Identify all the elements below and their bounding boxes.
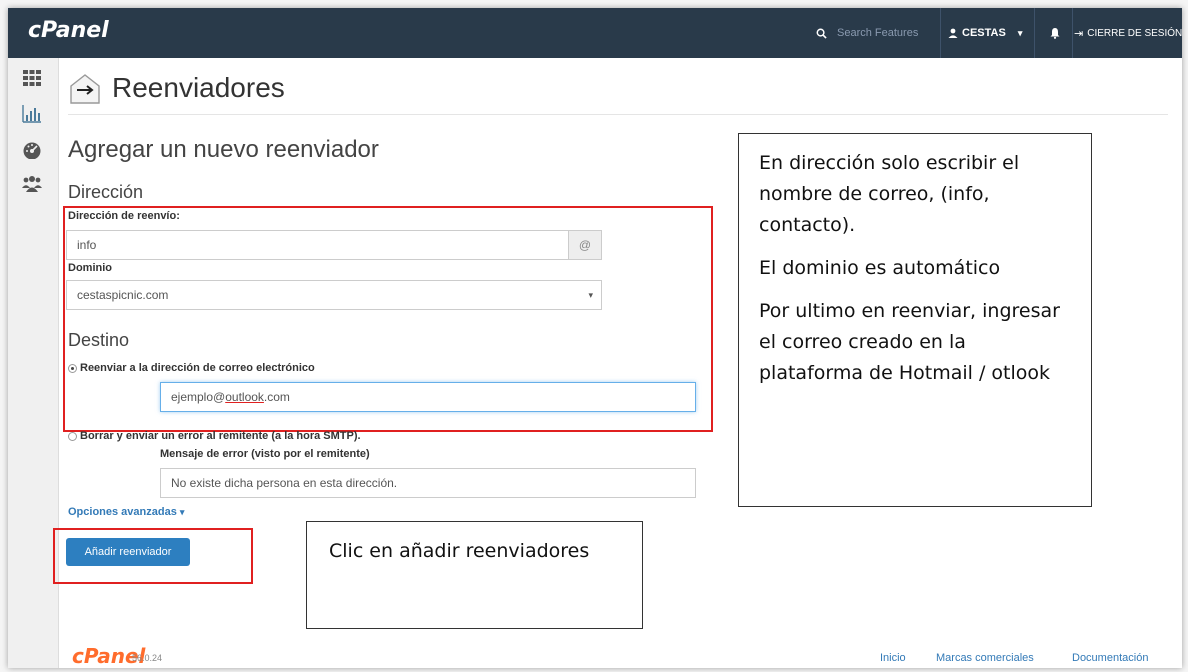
topbar-divider [940, 8, 941, 58]
button-note-text: Clic en añadir reenviadores [329, 540, 590, 562]
instruction-note: En dirección solo escribir el nombre de … [738, 133, 1092, 507]
grid-icon[interactable] [20, 66, 44, 90]
page-title: Reenviadores [112, 72, 285, 103]
bell-icon [1050, 28, 1060, 39]
search-placeholder[interactable]: Search Features [837, 27, 918, 39]
dashboard-icon[interactable] [20, 138, 44, 162]
top-bar: cPanel Search Features CESTAS ▾ ⇥ CIERRE… [8, 8, 1182, 58]
footer-link-inicio[interactable]: Inicio [880, 652, 906, 664]
page-header: Reenviadores [68, 68, 1168, 108]
error-message-input[interactable]: No existe dicha persona en esta direcció… [160, 468, 696, 498]
section-title: Agregar un nuevo reenviador [68, 136, 379, 163]
footer-link-docs[interactable]: Documentación [1072, 652, 1148, 664]
logout-button[interactable]: ⇥ CIERRE DE SESIÓN [1074, 20, 1182, 46]
search-features[interactable]: Search Features [816, 22, 936, 44]
user-menu[interactable]: CESTAS ▾ [948, 20, 1030, 46]
user-icon [948, 28, 958, 38]
user-name: CESTAS [962, 27, 1006, 39]
search-icon [816, 28, 827, 39]
chevron-down-icon: ▾ [179, 507, 185, 517]
note-line-2: El dominio es automático [759, 257, 1001, 279]
notifications-button[interactable] [1042, 20, 1068, 46]
cpanel-logo[interactable]: cPanel [28, 18, 109, 43]
topbar-divider [1072, 8, 1073, 58]
advanced-options-link[interactable]: Opciones avanzadas ▾ [68, 506, 184, 518]
highlight-button-box [53, 528, 253, 584]
sidebar [8, 58, 59, 668]
stats-icon[interactable] [20, 102, 44, 126]
note-line-1: En dirección solo escribir el nombre de … [759, 152, 1020, 236]
advanced-options-label: Opciones avanzadas [68, 506, 177, 518]
users-icon[interactable] [20, 172, 44, 196]
chevron-down-icon: ▾ [1017, 27, 1023, 38]
note-line-3: Por ultimo en reenviar, ingresar el corr… [759, 300, 1060, 384]
highlight-form-box [63, 206, 713, 432]
error-message-label: Mensaje de error (visto por el remitente… [160, 448, 370, 460]
footer-link-trademarks[interactable]: Marcas comerciales [936, 652, 1034, 664]
version-label: 56.0.24 [132, 653, 163, 663]
topbar-divider [1034, 8, 1035, 58]
logout-icon: ⇥ [1074, 27, 1084, 40]
discard-label[interactable]: Borrar y enviar un error al remitente (a… [80, 430, 361, 442]
divider [68, 114, 1168, 115]
discard-radio[interactable] [68, 432, 77, 441]
forwarder-icon [70, 74, 100, 104]
button-note: Clic en añadir reenviadores [306, 521, 643, 629]
logout-label: CIERRE DE SESIÓN [1087, 27, 1182, 39]
direccion-heading: Dirección [68, 182, 144, 202]
cpanel-window: cPanel Search Features CESTAS ▾ ⇥ CIERRE… [8, 8, 1182, 668]
